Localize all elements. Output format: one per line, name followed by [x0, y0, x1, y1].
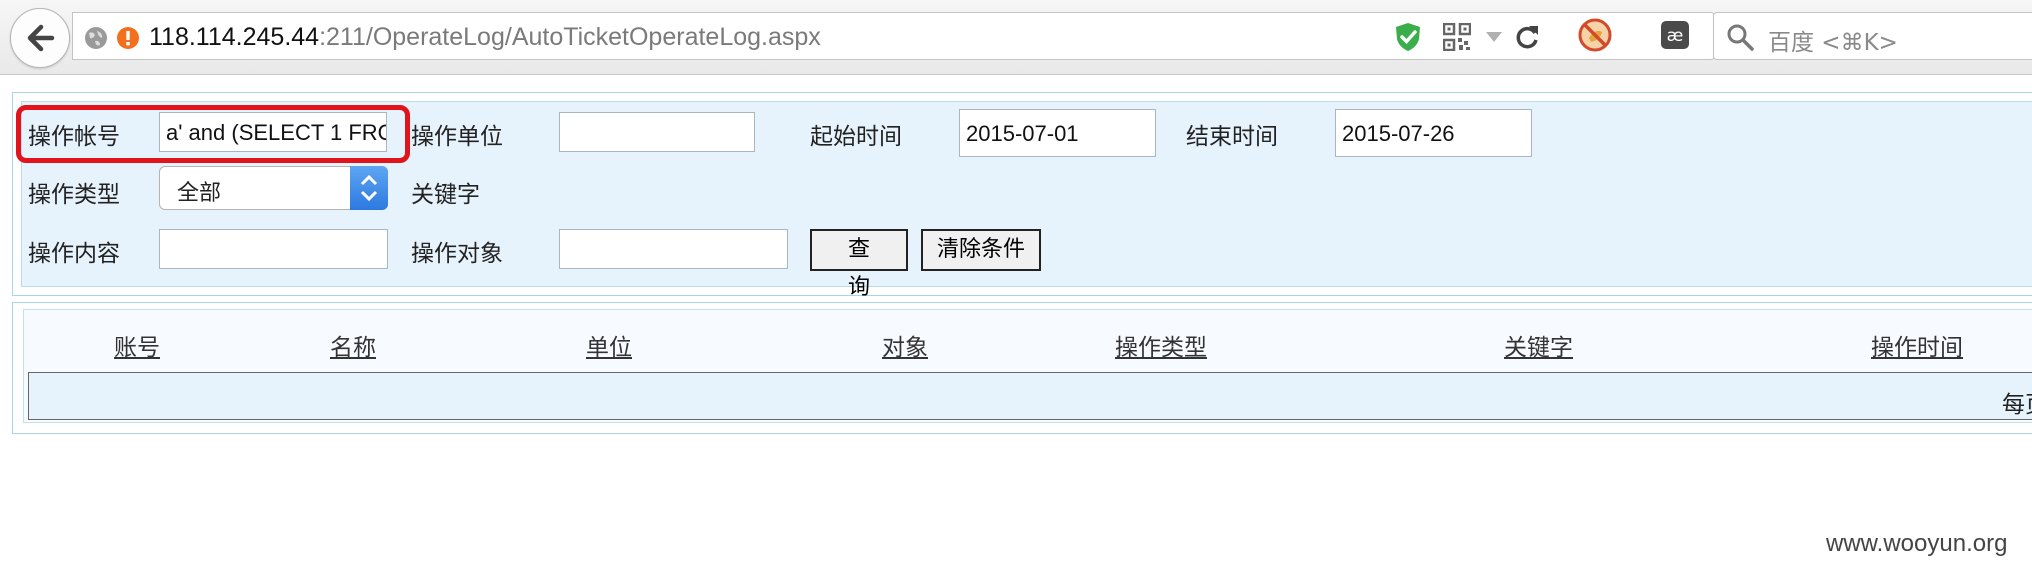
object-input[interactable]: [559, 229, 788, 269]
column-object[interactable]: 对象: [882, 328, 928, 362]
back-button[interactable]: [10, 8, 70, 68]
grid-header: 账号 名称 单位 对象 操作类型 关键字 操作时间: [24, 310, 2032, 370]
start-time-input[interactable]: 2015-07-01: [959, 109, 1156, 157]
start-time-label: 起始时间: [810, 124, 902, 150]
browser-toolbar: 118.114.245.44:211/OperateLog/AutoTicket…: [0, 0, 2032, 75]
select-arrows: [350, 166, 388, 210]
search-icon: [1727, 24, 1754, 51]
back-arrow-icon: [27, 24, 55, 52]
unit-input[interactable]: [559, 112, 755, 152]
keyword-label: 关键字: [411, 182, 480, 208]
column-unit[interactable]: 单位: [586, 328, 632, 362]
ae-icon[interactable]: æ: [1660, 20, 1690, 50]
reload-icon[interactable]: [1513, 23, 1541, 51]
query-button[interactable]: 查询: [810, 229, 908, 300]
shield-check-icon[interactable]: [1393, 21, 1423, 53]
column-operation-type[interactable]: 操作类型: [1115, 328, 1207, 362]
chevron-down-icon[interactable]: [1485, 31, 1503, 43]
svg-text:æ: æ: [1667, 26, 1684, 46]
url-host: 118.114.245.44: [149, 23, 320, 51]
search-placeholder: 百度 <⌘K>: [1768, 30, 1898, 56]
url-path: :211/OperateLog/AutoTicketOperateLog.asp…: [319, 23, 821, 51]
chevron-updown-icon: [360, 174, 378, 202]
end-time-input[interactable]: 2015-07-26: [1335, 109, 1532, 157]
search-bar[interactable]: 百度 <⌘K>: [1713, 12, 2032, 60]
page-size-label: 每页: [2002, 392, 2032, 418]
operation-type-select[interactable]: 全部: [159, 166, 388, 210]
clear-conditions-button[interactable]: 清除条件: [921, 229, 1041, 271]
highlight-annotation: [16, 105, 410, 163]
url-text[interactable]: 118.114.245.44:211/OperateLog/AutoTicket…: [149, 23, 821, 52]
operation-type-label: 操作类型: [28, 182, 120, 208]
object-label: 操作对象: [411, 241, 503, 267]
content-label: 操作内容: [28, 241, 120, 267]
address-bar[interactable]: 118.114.245.44:211/OperateLog/AutoTicket…: [72, 12, 1715, 60]
operation-type-value: 全部: [177, 181, 222, 206]
pager-row: 每页: [28, 372, 2032, 420]
results-panel: 账号 名称 单位 对象 操作类型 关键字 操作时间 每页: [12, 302, 2032, 434]
watermark: www.wooyun.org: [1826, 530, 2008, 557]
qr-code-icon[interactable]: [1443, 23, 1471, 51]
end-time-label: 结束时间: [1186, 124, 1278, 150]
adblock-icon[interactable]: [1578, 18, 1612, 52]
results-grid: 账号 名称 单位 对象 操作类型 关键字 操作时间 每页: [23, 309, 2032, 423]
globe-icon: [85, 27, 107, 49]
column-operation-time[interactable]: 操作时间: [1871, 328, 1963, 362]
column-keyword[interactable]: 关键字: [1504, 328, 1573, 362]
unit-label: 操作单位: [411, 124, 503, 150]
column-account[interactable]: 账号: [114, 328, 160, 362]
content-input[interactable]: [159, 229, 388, 269]
column-name[interactable]: 名称: [330, 328, 376, 362]
warning-icon[interactable]: [115, 25, 141, 51]
